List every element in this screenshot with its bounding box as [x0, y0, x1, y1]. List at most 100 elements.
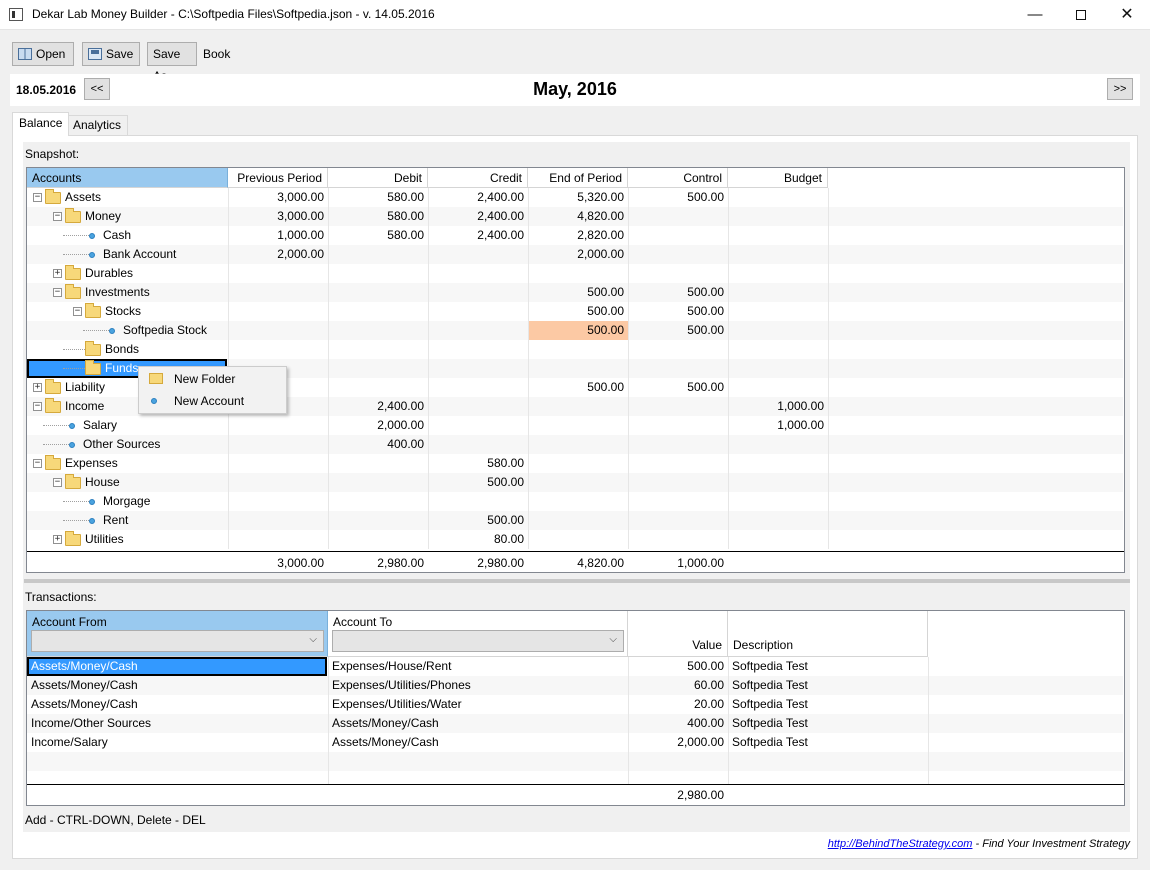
tx-cell-from[interactable]: Assets/Money/Cash	[27, 695, 328, 714]
account-name[interactable]: Morgage	[103, 492, 150, 511]
cell-budget[interactable]	[728, 264, 828, 283]
transaction-row[interactable]: Assets/Money/Cash Expenses/Utilities/Wate…	[27, 695, 1123, 714]
cell-credit[interactable]: 580.00	[428, 454, 528, 473]
cell-credit[interactable]	[428, 321, 528, 340]
cell-credit[interactable]	[428, 359, 528, 378]
tree-row[interactable]: − House 500.00	[27, 473, 1123, 492]
cell-prev[interactable]: 1,000.00	[228, 226, 328, 245]
col-header-credit[interactable]: Credit	[428, 168, 528, 188]
cell-prev[interactable]	[228, 473, 328, 492]
tx-cell-value[interactable]: 60.00	[628, 676, 728, 695]
tx-cell-description[interactable]: Softpedia Test	[728, 695, 928, 714]
collapse-icon[interactable]: −	[33, 193, 42, 202]
tree-row[interactable]: Rent 500.00	[27, 511, 1123, 530]
save-as-button[interactable]: Save As	[147, 42, 197, 83]
col-header-accounts[interactable]: Accounts	[27, 168, 228, 188]
cell-control[interactable]	[628, 340, 728, 359]
collapse-icon[interactable]: −	[53, 212, 62, 221]
col-header-control[interactable]: Control	[628, 168, 728, 188]
cell-control[interactable]	[628, 530, 728, 549]
cell-debit[interactable]	[328, 340, 428, 359]
transaction-row[interactable]: Assets/Money/Cash Expenses/Utilities/Phon…	[27, 676, 1123, 695]
account-name[interactable]: Cash	[103, 226, 131, 245]
cell-prev[interactable]	[228, 321, 328, 340]
cell-budget[interactable]	[728, 340, 828, 359]
cell-prev[interactable]	[228, 454, 328, 473]
account-name[interactable]: Utilities	[85, 530, 124, 549]
cell-budget[interactable]	[728, 511, 828, 530]
tx-cell-value[interactable]: 400.00	[628, 714, 728, 733]
tree-row[interactable]: − Investments 500.00 500.00	[27, 283, 1123, 302]
cell-prev[interactable]: 3,000.00	[228, 207, 328, 226]
collapse-icon[interactable]: −	[73, 307, 82, 316]
cell-credit[interactable]: 80.00	[428, 530, 528, 549]
tab-balance[interactable]: Balance	[12, 112, 70, 136]
cell-control[interactable]	[628, 359, 728, 378]
cell-credit[interactable]: 2,400.00	[428, 188, 528, 207]
cell-control[interactable]	[628, 226, 728, 245]
account-name[interactable]: Funds	[105, 359, 138, 378]
cell-prev[interactable]	[228, 435, 328, 454]
cell-end[interactable]: 500.00	[528, 283, 628, 302]
cell-credit[interactable]: 2,400.00	[428, 226, 528, 245]
cell-debit[interactable]: 2,000.00	[328, 416, 428, 435]
account-name[interactable]: Investments	[85, 283, 150, 302]
cell-credit[interactable]: 500.00	[428, 511, 528, 530]
tx-cell-description[interactable]: Softpedia Test	[728, 714, 928, 733]
cell-control[interactable]: 500.00	[628, 378, 728, 397]
col-header-budget[interactable]: Budget	[728, 168, 828, 188]
tree-row[interactable]: − Money 3,000.00 580.00 2,400.00 4,820.00	[27, 207, 1123, 226]
tx-cell-from[interactable]: Income/Other Sources	[27, 714, 328, 733]
cell-control[interactable]	[628, 207, 728, 226]
collapse-icon[interactable]: −	[33, 459, 42, 468]
cell-budget[interactable]	[728, 226, 828, 245]
cell-credit[interactable]	[428, 492, 528, 511]
col-header-end-of-period[interactable]: End of Period	[528, 168, 628, 188]
cell-control[interactable]	[628, 454, 728, 473]
cell-end[interactable]	[528, 340, 628, 359]
cell-end[interactable]	[528, 264, 628, 283]
cell-debit[interactable]: 580.00	[328, 226, 428, 245]
expand-icon[interactable]: +	[53, 269, 62, 278]
cell-debit[interactable]	[328, 454, 428, 473]
open-button[interactable]: Open	[12, 42, 74, 66]
cell-end[interactable]	[528, 511, 628, 530]
transaction-row[interactable]	[27, 752, 1123, 771]
tree-row[interactable]: Salary 2,000.00 1,000.00	[27, 416, 1123, 435]
tx-cell-to[interactable]: Expenses/Utilities/Water	[328, 695, 628, 714]
cell-end[interactable]: 500.00	[528, 321, 628, 340]
tree-row[interactable]: Softpedia Stock 500.00 500.00	[27, 321, 1123, 340]
transaction-row[interactable]: Assets/Money/Cash Expenses/House/Rent 500.…	[27, 657, 1123, 676]
cell-prev[interactable]	[228, 511, 328, 530]
website-link[interactable]: http://BehindTheStrategy.com	[828, 838, 973, 850]
cell-control[interactable]	[628, 473, 728, 492]
cell-debit[interactable]	[328, 511, 428, 530]
tree-row[interactable]: Cash 1,000.00 580.00 2,400.00 2,820.00	[27, 226, 1123, 245]
cell-budget[interactable]: 1,000.00	[728, 416, 828, 435]
cell-budget[interactable]	[728, 435, 828, 454]
tx-cell-description[interactable]: Softpedia Test	[728, 676, 928, 695]
cell-debit[interactable]: 580.00	[328, 188, 428, 207]
tree-row[interactable]: + Utilities 80.00	[27, 530, 1123, 549]
cell-budget[interactable]	[728, 530, 828, 549]
cell-control[interactable]	[628, 492, 728, 511]
tree-row[interactable]: Bank Account 2,000.00 2,000.00	[27, 245, 1123, 264]
tx-cell-value[interactable]: 20.00	[628, 695, 728, 714]
account-from-filter[interactable]: ⌵	[31, 630, 324, 652]
cell-prev[interactable]	[228, 530, 328, 549]
account-name[interactable]: Bank Account	[103, 245, 176, 264]
next-month-button[interactable]: >>	[1107, 78, 1133, 100]
transactions-grid[interactable]: Account From ⌵ Account To ⌵ Value Descri…	[26, 610, 1125, 806]
cell-prev[interactable]	[228, 283, 328, 302]
account-to-filter[interactable]: ⌵	[332, 630, 624, 652]
col-header-value[interactable]: Value	[628, 611, 728, 657]
cell-budget[interactable]	[728, 378, 828, 397]
cell-credit[interactable]	[428, 435, 528, 454]
minimize-button[interactable]: —	[1012, 0, 1058, 30]
tx-cell-from[interactable]: Assets/Money/Cash	[27, 657, 328, 676]
save-button[interactable]: Save	[82, 42, 140, 66]
cell-budget[interactable]	[728, 454, 828, 473]
cell-control[interactable]	[628, 397, 728, 416]
cell-credit[interactable]	[428, 302, 528, 321]
cell-credit[interactable]: 2,400.00	[428, 207, 528, 226]
